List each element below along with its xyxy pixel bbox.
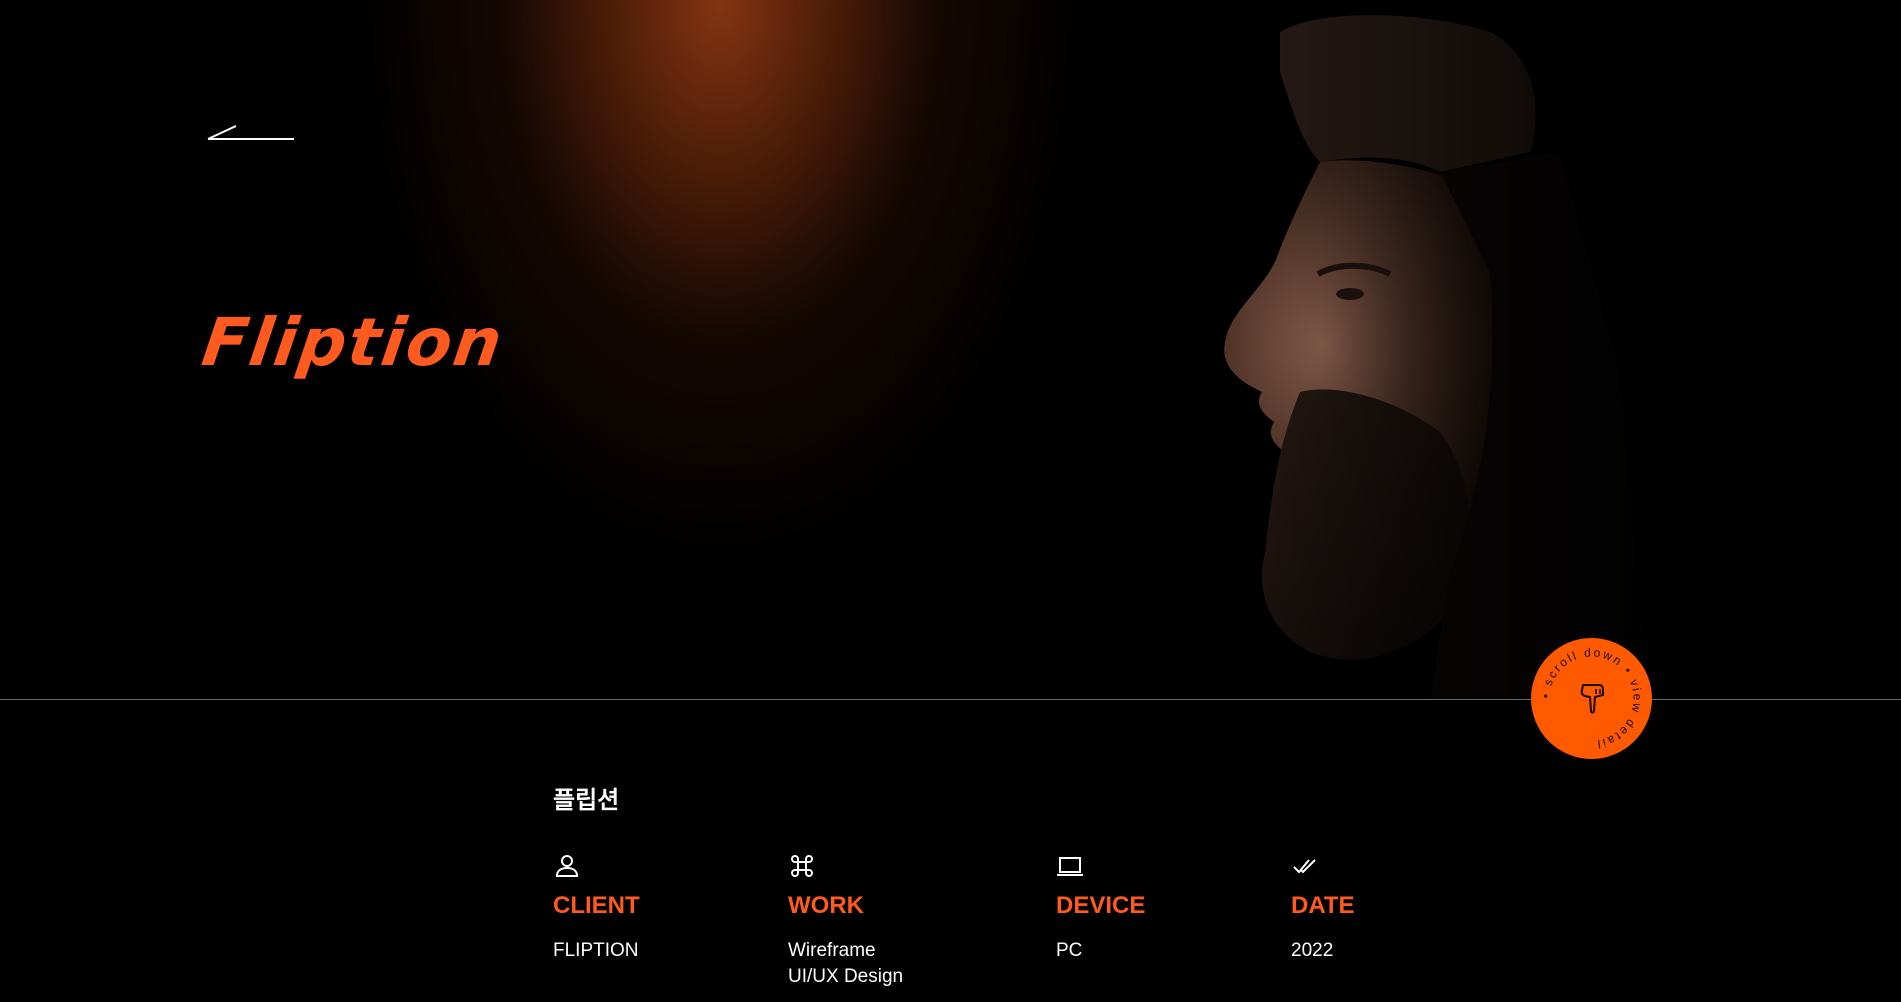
device-value-line: PC (1056, 940, 1083, 961)
device-value: PC (1056, 938, 1145, 964)
date-value: 2022 (1291, 938, 1355, 964)
work-label: WORK (788, 892, 864, 919)
portrait-image (1200, 12, 1651, 699)
laptop-icon (1057, 857, 1083, 876)
info-client: CLIENT FLIPTION (553, 852, 640, 964)
command-icon (791, 855, 813, 877)
client-value-line: FLIPTION (553, 940, 639, 961)
work-value: Wireframe UI/UX Design (788, 938, 903, 990)
device-label: DEVICE (1056, 892, 1146, 919)
scroll-badge-text: • scroll down • view detail (1538, 645, 1642, 751)
hero-section: Fliption (0, 0, 1901, 699)
scroll-down-badge[interactable]: • scroll down • view detail (1531, 638, 1652, 759)
info-date: DATE 2022 (1291, 852, 1355, 964)
info-work: WORK Wireframe UI/UX Design (788, 852, 903, 990)
date-label: DATE (1291, 892, 1355, 919)
pointing-hand-icon (1580, 684, 1604, 714)
brand-title: Fliption (197, 304, 509, 381)
double-check-icon (1293, 859, 1316, 874)
svg-text:• scroll down • view detail: • scroll down • view detail (1538, 645, 1644, 751)
user-icon (555, 855, 579, 877)
project-korean-title: 플립션 (553, 786, 620, 814)
client-value: FLIPTION (553, 938, 640, 964)
info-device: DEVICE PC (1056, 852, 1145, 964)
back-arrow-icon[interactable] (206, 122, 296, 142)
work-value-line: UI/UX Design (788, 966, 904, 987)
date-value-line: 2022 (1291, 940, 1334, 961)
work-value-line: Wireframe (788, 940, 876, 961)
client-label: CLIENT (553, 892, 640, 919)
